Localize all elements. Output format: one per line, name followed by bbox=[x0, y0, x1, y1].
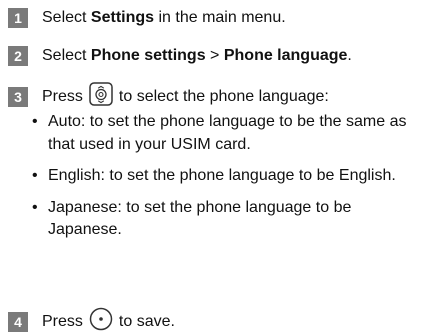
step-2-bold-1: Phone settings bbox=[90, 47, 206, 64]
bullet-marker: • bbox=[32, 167, 38, 184]
step-4-pre: Press bbox=[42, 312, 83, 330]
step-1-pre: Select bbox=[42, 9, 91, 26]
list-item-text: Auto: to set the phone language to be th… bbox=[48, 113, 407, 153]
step-3-pre: Press bbox=[42, 87, 83, 105]
step-1: 1 Select Settings in the main menu. bbox=[8, 8, 286, 28]
step-3: 3 Press to select the phone language: bbox=[8, 82, 329, 111]
list-item: • Japanese: to set the phone language to… bbox=[32, 197, 417, 242]
option-list: • Auto: to set the phone language to be … bbox=[32, 111, 417, 251]
list-item-text: Japanese: to set the phone language to b… bbox=[48, 198, 352, 239]
instruction-page: 1 Select Settings in the main menu. 2 Se… bbox=[0, 0, 425, 335]
step-2-separator: > bbox=[205, 47, 224, 64]
step-3-post: to select the phone language: bbox=[118, 87, 329, 105]
bullet-marker: • bbox=[32, 113, 38, 130]
step-2-post: . bbox=[347, 47, 352, 64]
step-1-post: in the main menu. bbox=[154, 9, 286, 26]
step-2-text: Select Phone settings > Phone language. bbox=[42, 46, 352, 66]
ok-key-icon bbox=[89, 307, 113, 336]
bullet-marker: • bbox=[32, 198, 38, 216]
step-2-pre: Select bbox=[42, 47, 91, 64]
step-1-bold: Settings bbox=[90, 9, 155, 26]
step-number-badge: 3 bbox=[8, 86, 28, 107]
step-1-text: Select Settings in the main menu. bbox=[42, 8, 286, 28]
step-number-badge: 4 bbox=[8, 311, 28, 332]
step-number-badge: 2 bbox=[8, 46, 28, 66]
step-2-bold-2: Phone language bbox=[223, 47, 348, 64]
step-2: 2 Select Phone settings > Phone language… bbox=[8, 46, 352, 66]
list-item-text: English: to set the phone language to be… bbox=[48, 167, 396, 184]
step-4-post: to save. bbox=[118, 312, 175, 330]
step-4: 4 Press to save. bbox=[8, 307, 175, 336]
navigation-key-icon bbox=[89, 82, 113, 111]
list-item: • Auto: to set the phone language to be … bbox=[32, 111, 417, 156]
step-number-badge: 1 bbox=[8, 8, 28, 28]
list-item: • English: to set the phone language to … bbox=[32, 165, 417, 188]
